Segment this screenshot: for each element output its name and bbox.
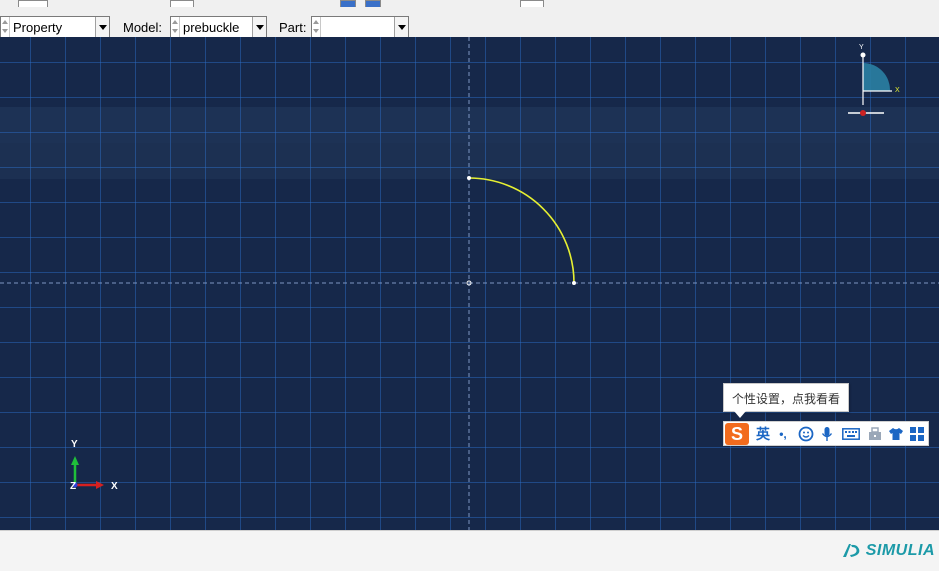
sketch-canvas[interactable]: Y X Y Z X — [0, 37, 939, 530]
model-value: prebuckle — [183, 20, 240, 35]
status-footer: SIMULIA — [0, 530, 939, 571]
part-label: Part: — [279, 20, 307, 35]
tooltip-tail — [734, 411, 746, 418]
arc-end-vertex[interactable] — [572, 281, 576, 285]
ime-tooltip[interactable]: 个性设置，点我看看 — [723, 383, 849, 418]
chevron-down-icon[interactable] — [95, 17, 109, 37]
triad-y-label: Y — [71, 439, 78, 450]
arc-start-vertex[interactable] — [467, 176, 471, 180]
chevron-down-icon[interactable] — [252, 17, 266, 37]
triad-x-label: X — [111, 481, 118, 492]
triad-z-label: Z — [70, 481, 76, 492]
simulia-logo: SIMULIA — [841, 542, 935, 560]
sketch-x-label: X — [895, 87, 900, 94]
ime-lang-toggle[interactable]: 英 — [754, 425, 772, 443]
microphone-icon[interactable] — [819, 425, 835, 443]
model-spinner[interactable] — [171, 17, 180, 37]
emoji-icon[interactable] — [797, 425, 815, 443]
part-spinner[interactable] — [312, 17, 321, 37]
module-spinner[interactable] — [1, 17, 10, 37]
keyboard-icon[interactable] — [840, 425, 862, 443]
simulia-brand-text: SIMULIA — [865, 542, 935, 559]
toolbox-icon[interactable] — [866, 425, 884, 443]
module-value: Property — [13, 20, 63, 35]
ime-toolbar[interactable]: S 英 •, — [723, 421, 929, 446]
ds-logo-icon — [842, 544, 860, 557]
sketch-viewport[interactable]: Y X Y Z X — [0, 37, 939, 530]
sogou-logo-icon[interactable]: S — [725, 423, 749, 445]
sketch-y-label: Y — [859, 44, 864, 51]
ime-punct-toggle[interactable]: •, — [776, 425, 790, 443]
ime-tooltip-text: 个性设置，点我看看 — [732, 392, 841, 406]
model-label: Model: — [123, 20, 163, 35]
module-combo[interactable]: Property — [0, 16, 110, 38]
part-combo[interactable] — [311, 16, 409, 38]
model-combo[interactable]: prebuckle — [170, 16, 267, 38]
chevron-down-icon[interactable] — [394, 17, 408, 37]
grid-menu-icon[interactable] — [908, 425, 926, 443]
skin-shirt-icon[interactable] — [887, 425, 905, 443]
context-toolbar: Property Model: prebuckle Part: — [0, 7, 939, 38]
